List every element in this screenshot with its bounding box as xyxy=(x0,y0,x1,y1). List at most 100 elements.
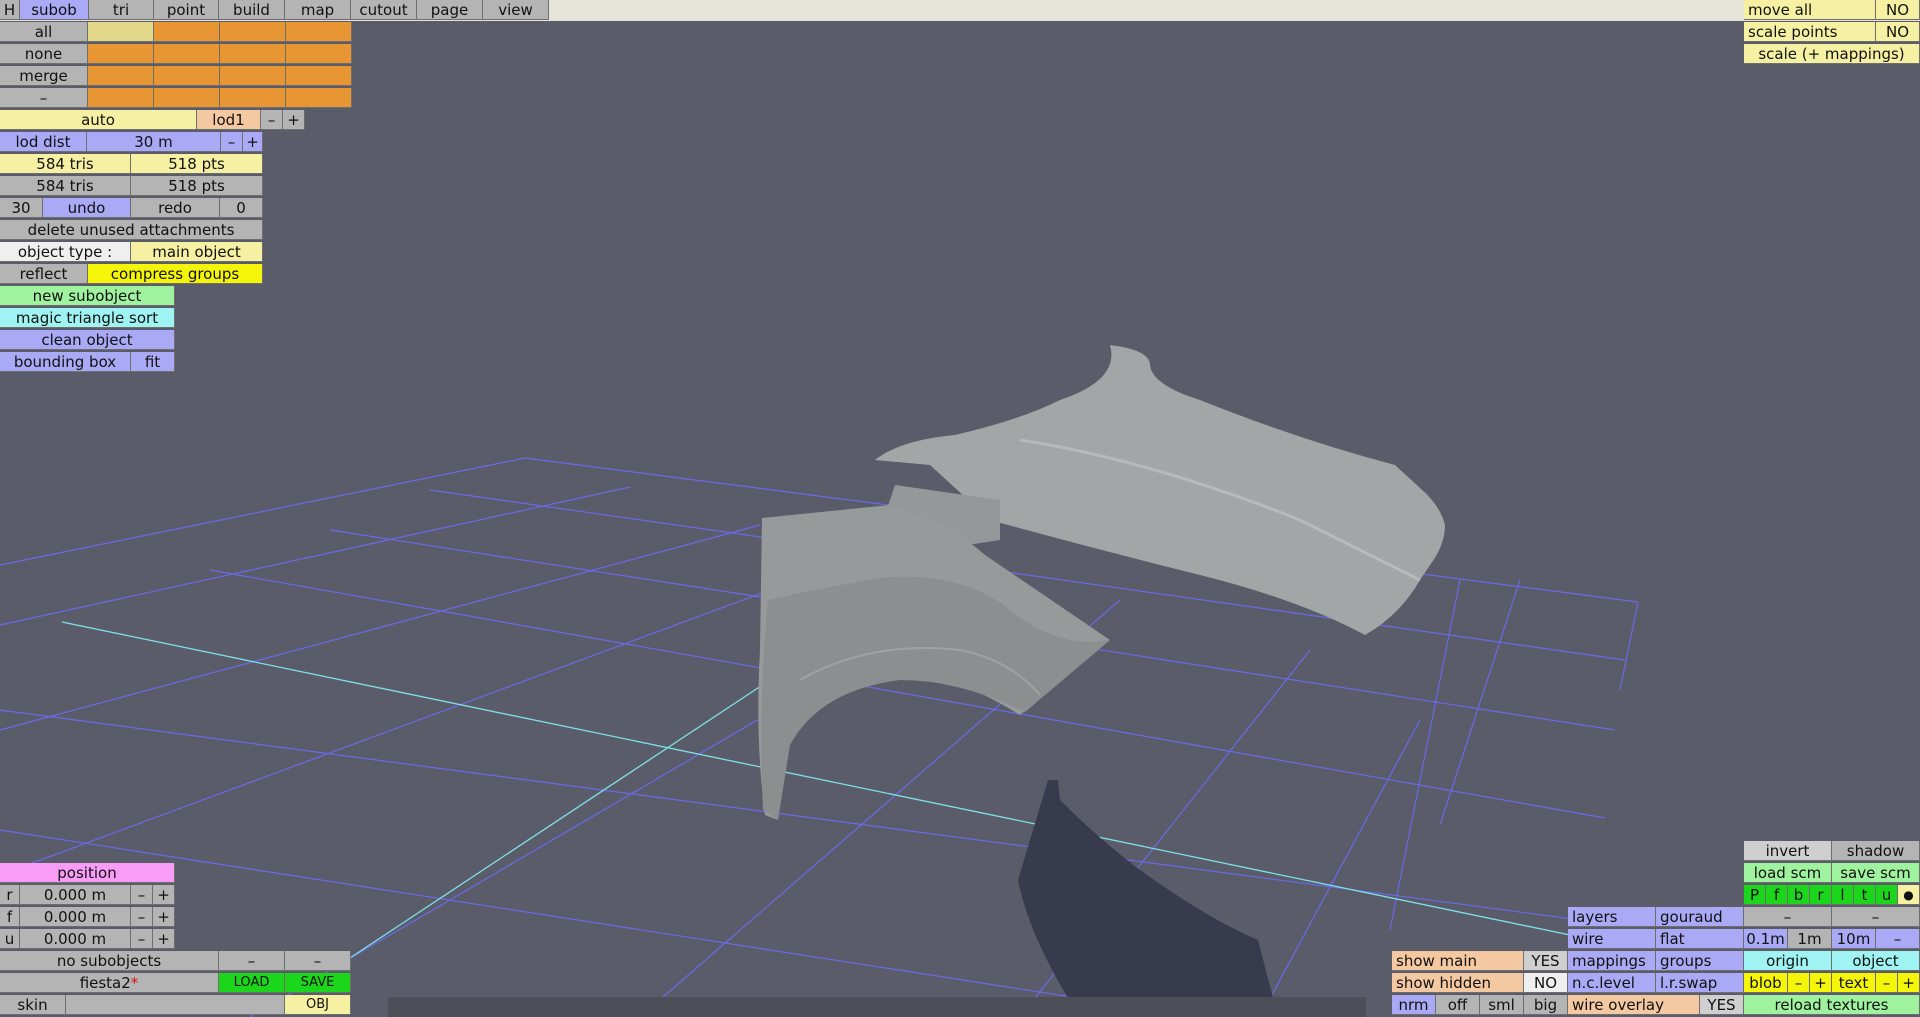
subobject-slot-grid[interactable] xyxy=(88,22,352,110)
position-f-minus-button[interactable]: – xyxy=(131,907,153,927)
subobject-slot[interactable] xyxy=(286,88,352,108)
subobject-minus-button[interactable]: – xyxy=(219,951,285,971)
position-u-value[interactable]: 0.000 m xyxy=(20,929,131,949)
wire-overlay-toggle[interactable]: YES xyxy=(1700,995,1744,1015)
text-minus-button[interactable]: – xyxy=(1876,973,1898,993)
wire-button[interactable]: wire xyxy=(1568,929,1656,949)
position-r-minus-button[interactable]: – xyxy=(131,885,153,905)
position-f-plus-button[interactable]: + xyxy=(153,907,175,927)
lod-dist-plus-button[interactable]: + xyxy=(243,132,263,152)
blob-minus-button[interactable]: – xyxy=(1788,973,1810,993)
tab-point[interactable]: point xyxy=(154,0,219,20)
subobject-slot[interactable] xyxy=(220,66,286,86)
grid-10m-button[interactable]: 10m xyxy=(1832,929,1876,949)
lod-minus-button[interactable]: – xyxy=(261,110,283,130)
redo-button[interactable]: redo xyxy=(131,198,220,218)
fit-button[interactable]: fit xyxy=(131,352,175,372)
tab-cutout[interactable]: cutout xyxy=(351,0,417,20)
horizontal-scrollbar[interactable] xyxy=(388,997,1366,1017)
merge-button[interactable]: merge xyxy=(0,66,88,86)
tab-page[interactable]: page xyxy=(417,0,483,20)
tab-build[interactable]: build xyxy=(219,0,285,20)
lod-plus-button[interactable]: + xyxy=(283,110,305,130)
flat-button[interactable]: flat xyxy=(1656,929,1744,949)
view-f-button[interactable]: f xyxy=(1766,885,1788,905)
obj-button[interactable]: OBJ xyxy=(285,995,351,1015)
show-hidden-toggle[interactable]: NO xyxy=(1524,973,1568,993)
undo-button[interactable]: undo xyxy=(43,198,131,218)
view-b-button[interactable]: b xyxy=(1788,885,1810,905)
subobject-slot[interactable] xyxy=(286,66,352,86)
shadow-button[interactable]: shadow xyxy=(1832,841,1920,861)
mappings-button[interactable]: mappings xyxy=(1568,951,1656,971)
position-r-plus-button[interactable]: + xyxy=(153,885,175,905)
text-plus-button[interactable]: + xyxy=(1898,973,1920,993)
lr-swap-button[interactable]: l.r.swap xyxy=(1656,973,1744,993)
grid-1m-button[interactable]: 1m xyxy=(1788,929,1832,949)
subobject-slot[interactable] xyxy=(220,22,286,42)
reflect-button[interactable]: reflect xyxy=(0,264,88,284)
lod-dist-value[interactable]: 30 m xyxy=(87,132,221,152)
lod-dist-minus-button[interactable]: – xyxy=(221,132,243,152)
delete-unused-attachments-button[interactable]: delete unused attachments xyxy=(0,220,263,240)
subobject-slot[interactable] xyxy=(154,22,220,42)
view-r-button[interactable]: r xyxy=(1810,885,1832,905)
size-nrm-button[interactable]: nrm xyxy=(1392,995,1436,1015)
size-sml-button[interactable]: sml xyxy=(1480,995,1524,1015)
select-none-button[interactable]: none xyxy=(0,44,88,64)
tab-tri[interactable]: tri xyxy=(89,0,154,20)
subobject-slot[interactable] xyxy=(88,44,154,64)
gouraud-button[interactable]: gouraud xyxy=(1656,907,1744,927)
groups-button[interactable]: groups xyxy=(1656,951,1744,971)
nc-level-button[interactable]: n.c.level xyxy=(1568,973,1656,993)
3d-viewport[interactable] xyxy=(0,0,1920,1017)
position-r-value[interactable]: 0.000 m xyxy=(20,885,131,905)
position-f-value[interactable]: 0.000 m xyxy=(20,907,131,927)
tab-subob[interactable]: subob xyxy=(20,0,89,20)
filename[interactable]: fiesta2* xyxy=(0,973,219,993)
blob-button[interactable]: blob xyxy=(1744,973,1788,993)
view-p-button[interactable]: P xyxy=(1744,885,1766,905)
subobject-slot[interactable] xyxy=(88,66,154,86)
position-u-minus-button[interactable]: – xyxy=(131,929,153,949)
load-scm-button[interactable]: load scm xyxy=(1744,863,1832,883)
subobject-slot[interactable] xyxy=(88,22,154,42)
tab-view[interactable]: view xyxy=(483,0,549,20)
new-subobject-button[interactable]: new subobject xyxy=(0,286,175,306)
move-all-toggle[interactable]: NO xyxy=(1876,0,1920,20)
grid-minus-button[interactable]: – xyxy=(1876,929,1920,949)
skin-field[interactable] xyxy=(66,995,285,1015)
object-button[interactable]: object xyxy=(1832,951,1920,971)
clean-object-button[interactable]: clean object xyxy=(0,330,175,350)
position-u-plus-button[interactable]: + xyxy=(153,929,175,949)
load-button[interactable]: LOAD xyxy=(219,973,285,993)
scale-points-toggle[interactable]: NO xyxy=(1876,22,1920,42)
subobject-slot[interactable] xyxy=(154,88,220,108)
light-minus-button[interactable]: – xyxy=(1744,907,1832,927)
lod-name[interactable]: lod1 xyxy=(197,110,261,130)
h-button[interactable]: H xyxy=(0,0,20,20)
subobject-slot[interactable] xyxy=(220,44,286,64)
show-main-toggle[interactable]: YES xyxy=(1524,951,1568,971)
view-l-button[interactable]: l xyxy=(1832,885,1854,905)
subobject-slot[interactable] xyxy=(220,88,286,108)
origin-button[interactable]: origin xyxy=(1744,951,1832,971)
layers-button[interactable]: layers xyxy=(1568,907,1656,927)
view-u-button[interactable]: u xyxy=(1876,885,1898,905)
subobject-minus-button-2[interactable]: – xyxy=(285,951,351,971)
bounding-box-button[interactable]: bounding box xyxy=(0,352,131,372)
save-button[interactable]: SAVE xyxy=(285,973,351,993)
view-t-button[interactable]: t xyxy=(1854,885,1876,905)
invert-button[interactable]: invert xyxy=(1744,841,1832,861)
subobject-slot[interactable] xyxy=(154,66,220,86)
compress-groups-button[interactable]: compress groups xyxy=(88,264,263,284)
subobject-slot[interactable] xyxy=(154,44,220,64)
subobject-slot[interactable] xyxy=(286,22,352,42)
reload-textures-button[interactable]: reload textures xyxy=(1744,995,1920,1015)
light-minus-button-2[interactable]: – xyxy=(1832,907,1920,927)
lod-auto-button[interactable]: auto xyxy=(0,110,197,130)
grid-0-1m-button[interactable]: 0.1m xyxy=(1744,929,1788,949)
select-all-button[interactable]: all xyxy=(0,22,88,42)
size-big-button[interactable]: big xyxy=(1524,995,1568,1015)
text-button[interactable]: text xyxy=(1832,973,1876,993)
